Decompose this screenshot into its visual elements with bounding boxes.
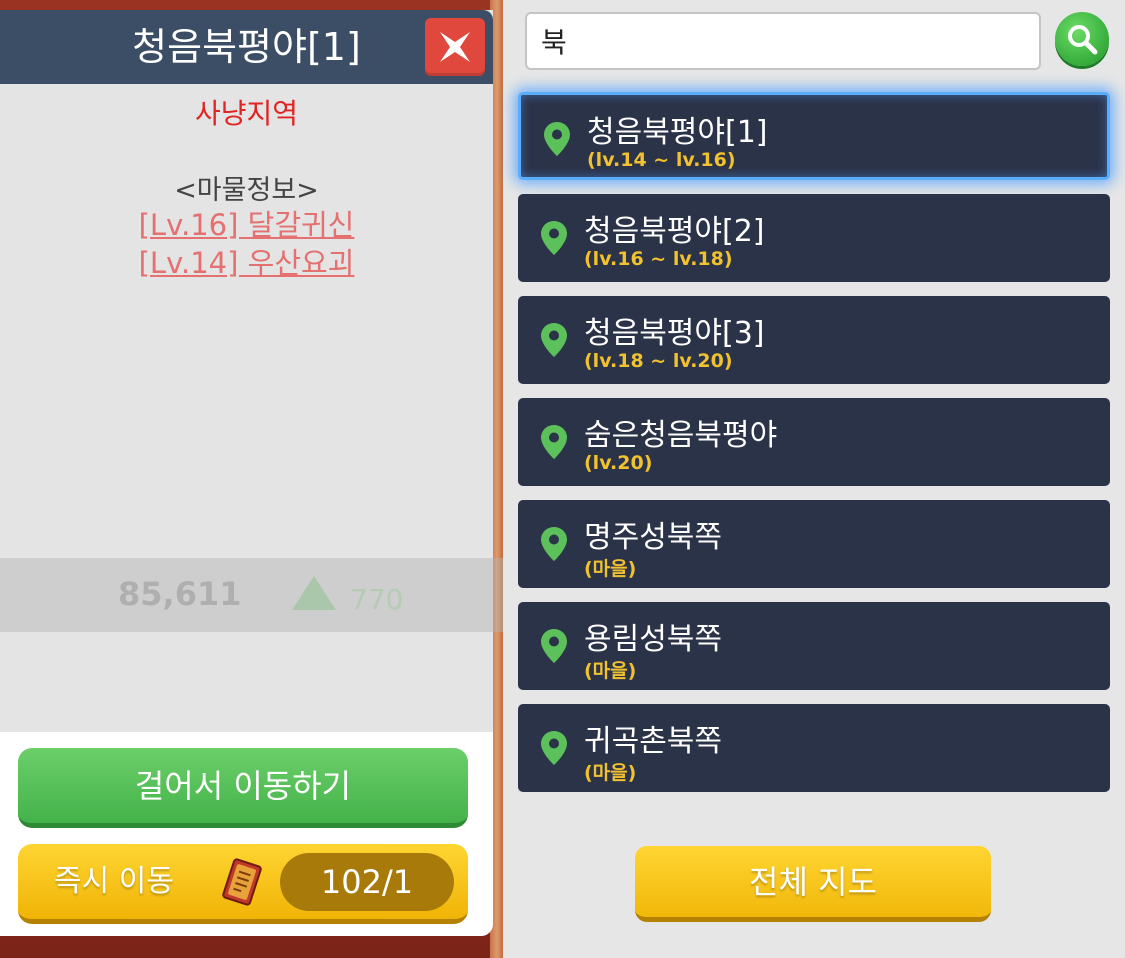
- teleport-scroll-icon: [222, 858, 262, 906]
- faded-overlay-bar: [0, 558, 580, 632]
- result-level: (lv.14 ~ lv.16): [587, 149, 736, 171]
- search-input[interactable]: [525, 12, 1041, 70]
- location-detail-panel: 청음북평야[1] 사냥지역 <마물정보> [Lv.16] 달갈귀신 [Lv.14…: [0, 10, 493, 936]
- search-button[interactable]: [1055, 12, 1109, 66]
- triangle-up-icon: [292, 576, 336, 610]
- result-name: 용림성북쪽: [584, 622, 722, 657]
- result-level: (마을): [584, 762, 637, 784]
- detail-header: 청음북평야[1]: [0, 10, 493, 84]
- result-name: 청음북평야[3]: [584, 316, 765, 351]
- map-pin-icon: [544, 122, 570, 156]
- result-name: 귀곡촌북쪽: [584, 724, 722, 759]
- map-pin-icon: [541, 731, 567, 765]
- zone-type-label: 사냥지역: [194, 97, 299, 130]
- result-level: (마을): [584, 558, 637, 580]
- monster-info-header: <마물정보>: [174, 175, 319, 206]
- search-result-item[interactable]: 청음북평야[2] (lv.16 ~ lv.18): [518, 194, 1110, 282]
- map-pin-icon: [541, 323, 567, 357]
- monster-link[interactable]: [Lv.16] 달갈귀신: [139, 206, 355, 244]
- map-pin-icon: [541, 629, 567, 663]
- result-name: 명주성북쪽: [584, 520, 722, 555]
- result-level: (lv.20): [584, 452, 653, 474]
- instant-move-button[interactable]: 즉시 이동 102/1: [18, 844, 468, 924]
- result-name: 청음북평야[2]: [584, 214, 765, 249]
- teleport-count: 102/1: [280, 853, 454, 911]
- full-map-button[interactable]: 전체 지도: [635, 846, 991, 922]
- result-level: (lv.18 ~ lv.20): [584, 350, 733, 372]
- close-button[interactable]: [425, 18, 485, 76]
- result-name: 숨은청음북평야: [584, 418, 778, 453]
- monster-link[interactable]: [Lv.14] 우산요괴: [139, 244, 355, 282]
- map-pin-icon: [541, 221, 567, 255]
- search-result-item[interactable]: 명주성북쪽 (마을): [518, 500, 1110, 588]
- search-result-item[interactable]: 용림성북쪽 (마을): [518, 602, 1110, 690]
- result-level: (lv.16 ~ lv.18): [584, 248, 733, 270]
- overlay-value: 770: [350, 583, 404, 616]
- walk-move-button[interactable]: 걸어서 이동하기: [18, 748, 468, 828]
- search-panel: 청음북평야[1] (lv.14 ~ lv.16) 청음북평야[2] (lv.16…: [503, 0, 1125, 958]
- close-x-icon: [440, 32, 470, 62]
- result-level: (마을): [584, 660, 637, 682]
- magnifier-icon: [1068, 25, 1098, 55]
- map-pin-icon: [541, 527, 567, 561]
- overlay-number: 85,611: [118, 575, 242, 613]
- search-result-item[interactable]: 청음북평야[3] (lv.18 ~ lv.20): [518, 296, 1110, 384]
- search-result-item[interactable]: 귀곡촌북쪽 (마을): [518, 704, 1110, 792]
- monster-list: [Lv.16] 달갈귀신 [Lv.14] 우산요괴: [0, 206, 493, 282]
- search-result-item[interactable]: 숨은청음북평야 (lv.20): [518, 398, 1110, 486]
- detail-title: 청음북평야[1]: [132, 25, 361, 69]
- instant-move-label: 즉시 이동: [54, 864, 174, 899]
- result-name: 청음북평야[1]: [587, 115, 768, 150]
- map-pin-icon: [541, 425, 567, 459]
- search-result-item[interactable]: 청음북평야[1] (lv.14 ~ lv.16): [518, 92, 1110, 180]
